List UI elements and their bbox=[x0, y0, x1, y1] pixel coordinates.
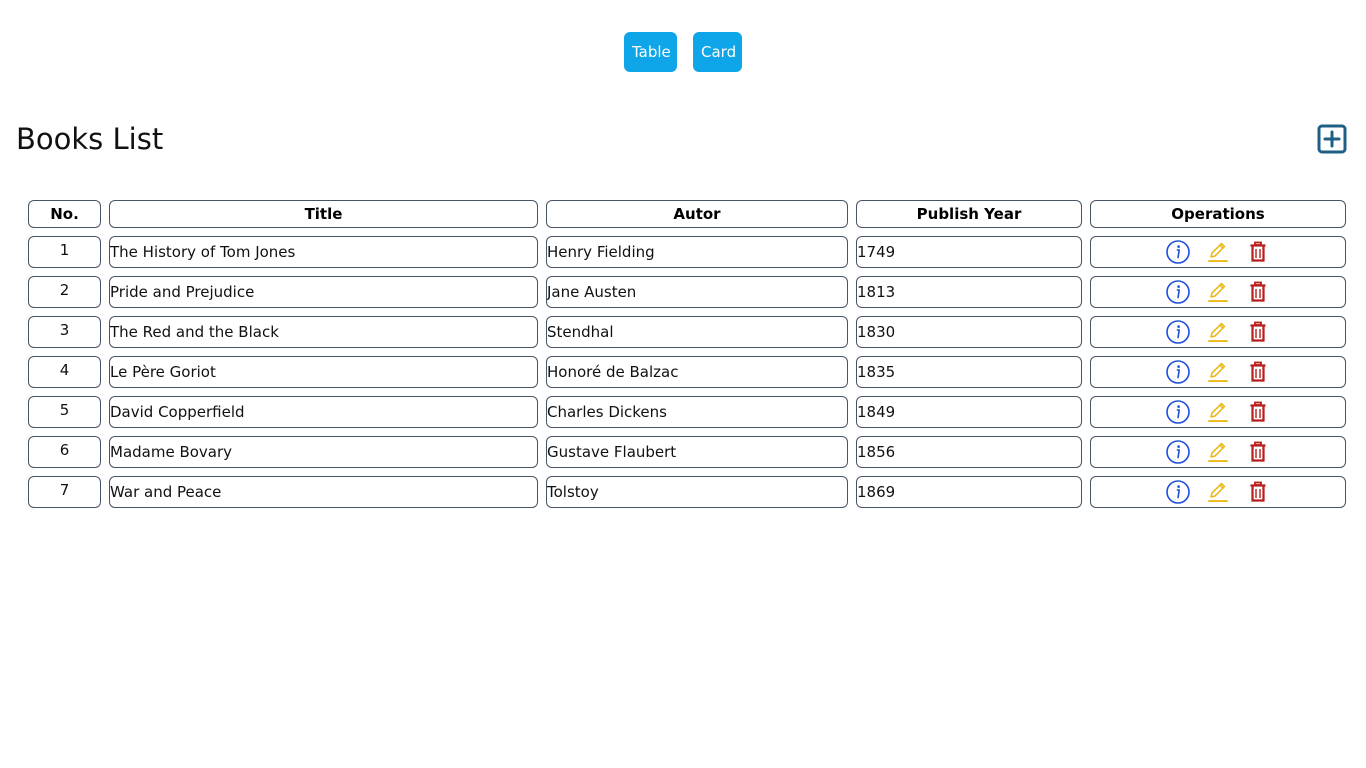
cell-autor: Henry Fielding bbox=[546, 236, 848, 268]
cell-no: 4 bbox=[28, 356, 101, 388]
view-toggle: Table Card bbox=[0, 32, 1366, 72]
cell-operations bbox=[1090, 276, 1346, 308]
cell-autor: Charles Dickens bbox=[546, 396, 848, 428]
table-row: 1 The History of Tom Jones Henry Fieldin… bbox=[28, 236, 1346, 268]
cell-operations bbox=[1090, 436, 1346, 468]
operations-group bbox=[1091, 317, 1345, 347]
cell-autor: Stendhal bbox=[546, 316, 848, 348]
trash-icon[interactable] bbox=[1245, 439, 1271, 465]
cell-publish-year: 1830 bbox=[856, 316, 1082, 348]
cell-operations bbox=[1090, 476, 1346, 508]
trash-icon[interactable] bbox=[1245, 479, 1271, 505]
cell-title: The Red and the Black bbox=[109, 316, 538, 348]
header-autor: Autor bbox=[546, 200, 848, 228]
operations-group bbox=[1091, 357, 1345, 387]
pencil-icon[interactable] bbox=[1205, 279, 1231, 305]
cell-no: 5 bbox=[28, 396, 101, 428]
pencil-icon[interactable] bbox=[1205, 239, 1231, 265]
trash-icon[interactable] bbox=[1245, 319, 1271, 345]
header-no: No. bbox=[28, 200, 101, 228]
cell-publish-year: 1813 bbox=[856, 276, 1082, 308]
cell-title: War and Peace bbox=[109, 476, 538, 508]
info-circle-icon[interactable] bbox=[1165, 479, 1191, 505]
cell-publish-year: 1835 bbox=[856, 356, 1082, 388]
info-circle-icon[interactable] bbox=[1165, 279, 1191, 305]
books-table-body: 1 The History of Tom Jones Henry Fieldin… bbox=[28, 236, 1346, 508]
card-view-button[interactable]: Card bbox=[693, 32, 742, 72]
plus-square-icon bbox=[1317, 124, 1347, 154]
operations-group bbox=[1091, 437, 1345, 467]
page-title: Books List bbox=[16, 122, 164, 156]
cell-no: 3 bbox=[28, 316, 101, 348]
cell-no: 2 bbox=[28, 276, 101, 308]
table-row: 5 David Copperfield Charles Dickens 1849 bbox=[28, 396, 1346, 428]
pencil-icon[interactable] bbox=[1205, 359, 1231, 385]
operations-group bbox=[1091, 277, 1345, 307]
pencil-icon[interactable] bbox=[1205, 439, 1231, 465]
trash-icon[interactable] bbox=[1245, 279, 1271, 305]
cell-no: 1 bbox=[28, 236, 101, 268]
cell-autor: Tolstoy bbox=[546, 476, 848, 508]
info-circle-icon[interactable] bbox=[1165, 239, 1191, 265]
cell-publish-year: 1869 bbox=[856, 476, 1082, 508]
cell-publish-year: 1856 bbox=[856, 436, 1082, 468]
cell-title: Madame Bovary bbox=[109, 436, 538, 468]
pencil-icon[interactable] bbox=[1205, 479, 1231, 505]
pencil-icon[interactable] bbox=[1205, 399, 1231, 425]
cell-operations bbox=[1090, 396, 1346, 428]
books-table: No. Title Autor Publish Year Operations … bbox=[20, 192, 1354, 516]
info-circle-icon[interactable] bbox=[1165, 439, 1191, 465]
header-operations: Operations bbox=[1090, 200, 1346, 228]
cell-title: Le Père Goriot bbox=[109, 356, 538, 388]
info-circle-icon[interactable] bbox=[1165, 319, 1191, 345]
header-title: Title bbox=[109, 200, 538, 228]
trash-icon[interactable] bbox=[1245, 359, 1271, 385]
info-circle-icon[interactable] bbox=[1165, 359, 1191, 385]
operations-group bbox=[1091, 237, 1345, 267]
header-publish-year: Publish Year bbox=[856, 200, 1082, 228]
cell-title: Pride and Prejudice bbox=[109, 276, 538, 308]
table-row: 2 Pride and Prejudice Jane Austen 1813 bbox=[28, 276, 1346, 308]
cell-title: The History of Tom Jones bbox=[109, 236, 538, 268]
cell-no: 7 bbox=[28, 476, 101, 508]
table-row: 3 The Red and the Black Stendhal 1830 bbox=[28, 316, 1346, 348]
cell-publish-year: 1749 bbox=[856, 236, 1082, 268]
cell-operations bbox=[1090, 236, 1346, 268]
table-header-row: No. Title Autor Publish Year Operations bbox=[28, 200, 1346, 228]
cell-autor: Honoré de Balzac bbox=[546, 356, 848, 388]
cell-operations bbox=[1090, 356, 1346, 388]
operations-group bbox=[1091, 477, 1345, 507]
table-row: 4 Le Père Goriot Honoré de Balzac 1835 bbox=[28, 356, 1346, 388]
add-book-button[interactable] bbox=[1317, 124, 1347, 154]
trash-icon[interactable] bbox=[1245, 399, 1271, 425]
cell-autor: Gustave Flaubert bbox=[546, 436, 848, 468]
cell-publish-year: 1849 bbox=[856, 396, 1082, 428]
cell-operations bbox=[1090, 316, 1346, 348]
operations-group bbox=[1091, 397, 1345, 427]
table-row: 6 Madame Bovary Gustave Flaubert 1856 bbox=[28, 436, 1346, 468]
cell-no: 6 bbox=[28, 436, 101, 468]
table-view-button[interactable]: Table bbox=[624, 32, 677, 72]
cell-autor: Jane Austen bbox=[546, 276, 848, 308]
info-circle-icon[interactable] bbox=[1165, 399, 1191, 425]
trash-icon[interactable] bbox=[1245, 239, 1271, 265]
pencil-icon[interactable] bbox=[1205, 319, 1231, 345]
cell-title: David Copperfield bbox=[109, 396, 538, 428]
table-row: 7 War and Peace Tolstoy 1869 bbox=[28, 476, 1346, 508]
